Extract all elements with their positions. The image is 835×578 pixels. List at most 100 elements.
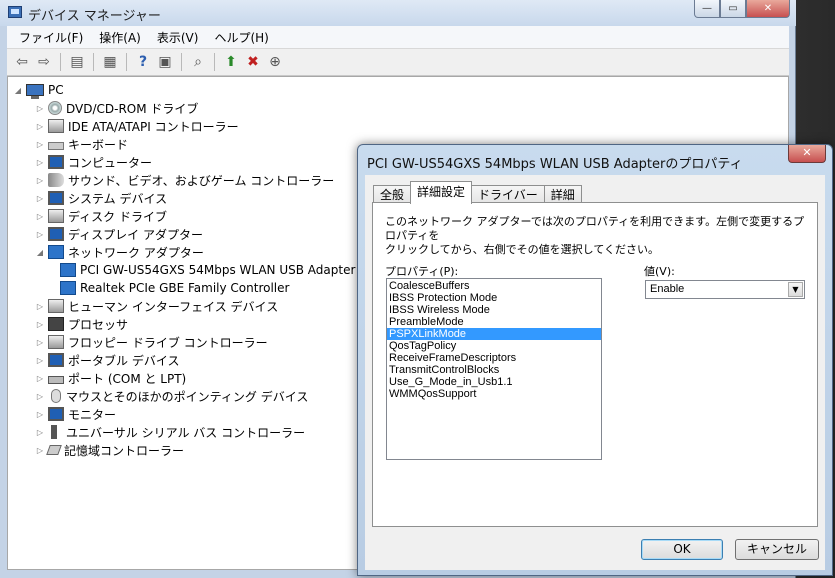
property-list[interactable]: CoalesceBuffers IBSS Protection Mode IBS… xyxy=(386,278,602,460)
expand-arrow-icon[interactable]: ▷ xyxy=(34,410,46,419)
dialog-close-button[interactable]: ✕ xyxy=(788,145,826,163)
expand-arrow-icon[interactable]: ▷ xyxy=(34,176,46,185)
property-item[interactable]: PreambleMode xyxy=(387,316,601,328)
cancel-button[interactable]: キャンセル xyxy=(735,539,819,560)
ok-button[interactable]: OK xyxy=(641,539,723,560)
tree-item-label: ポータブル デバイス xyxy=(68,353,180,368)
tree-item-label: マウスとそのほかのポインティング デバイス xyxy=(66,389,309,404)
tree-item-label: ディスプレイ アダプター xyxy=(68,227,203,242)
disable-device-icon[interactable]: ✖ xyxy=(244,53,262,71)
property-item[interactable]: TransmitControlBlocks xyxy=(387,364,601,376)
property-item[interactable]: Use_G_Mode_in_Usb1.1 xyxy=(387,376,601,388)
expand-arrow-icon[interactable]: ▷ xyxy=(34,392,46,401)
tree-item-portable[interactable]: ▷ ポータブル デバイス xyxy=(34,351,179,369)
description-line: このネットワーク アダプターでは次のプロパティを利用できます。左側で変更するプロ… xyxy=(385,215,805,242)
uninstall-device-icon[interactable]: ⊕ xyxy=(266,53,284,71)
property-item[interactable]: QosTagPolicy xyxy=(387,340,601,352)
tree-item-disk[interactable]: ▷ ディスク ドライブ xyxy=(34,207,167,225)
tree-item-processor[interactable]: ▷ プロセッサ xyxy=(34,315,128,333)
scan-hardware-icon[interactable]: ⌕ xyxy=(189,53,207,71)
expand-arrow-icon[interactable]: ▷ xyxy=(34,140,46,149)
update-driver-icon[interactable]: ⬆ xyxy=(222,53,240,71)
property-item[interactable]: ReceiveFrameDescriptors xyxy=(387,352,601,364)
description-text: このネットワーク アダプターでは次のプロパティを利用できます。左側で変更するプロ… xyxy=(385,215,810,257)
maximize-button[interactable]: ▭ xyxy=(720,0,746,18)
collapse-arrow-icon[interactable]: ◢ xyxy=(34,248,46,257)
property-item-selected[interactable]: PSPXLinkMode xyxy=(387,328,601,340)
tree-item-display[interactable]: ▷ ディスプレイ アダプター xyxy=(34,225,203,243)
menu-view[interactable]: 表示(V) xyxy=(149,29,207,46)
tree-item-label: システム デバイス xyxy=(68,191,168,206)
tree-item-floppy[interactable]: ▷ フロッピー ドライブ コントローラー xyxy=(34,333,268,351)
tree-item-label: DVD/CD-ROM ドライブ xyxy=(66,101,199,116)
menu-file[interactable]: ファイル(F) xyxy=(11,29,91,46)
tree-item-mouse[interactable]: ▷ マウスとそのほかのポインティング デバイス xyxy=(34,387,308,405)
menu-help[interactable]: ヘルプ(H) xyxy=(206,29,276,46)
property-item[interactable]: IBSS Wireless Mode xyxy=(387,304,601,316)
toolbar-separator xyxy=(60,53,61,71)
expand-arrow-icon[interactable]: ▷ xyxy=(34,320,46,329)
tree-item-storage[interactable]: ▷ 記憶域コントローラー xyxy=(34,441,184,459)
tree-item-dvd[interactable]: ▷ DVD/CD-ROM ドライブ xyxy=(34,99,198,117)
forward-arrow-icon[interactable]: ⇨ xyxy=(35,53,53,71)
tree-item-system[interactable]: ▷ システム デバイス xyxy=(34,189,167,207)
menu-action[interactable]: 操作(A) xyxy=(91,29,149,46)
sound-icon xyxy=(48,173,64,187)
help-icon[interactable]: ? xyxy=(134,53,152,71)
expand-arrow-icon[interactable]: ▷ xyxy=(34,302,46,311)
close-button[interactable]: ✕ xyxy=(746,0,790,18)
tree-item-label: ユニバーサル シリアル バス コントローラー xyxy=(66,425,306,440)
show-hide-tree-icon[interactable]: ▤ xyxy=(68,53,86,71)
expand-arrow-icon[interactable]: ▷ xyxy=(34,122,46,131)
expand-arrow-icon[interactable]: ▷ xyxy=(34,212,46,221)
view-icon[interactable]: ▣ xyxy=(156,53,174,71)
tab-advanced[interactable]: 詳細設定 xyxy=(410,181,473,204)
chevron-down-icon[interactable]: ▼ xyxy=(788,282,803,297)
tree-item-label: 記憶域コントローラー xyxy=(64,443,185,458)
expand-arrow-icon[interactable]: ▷ xyxy=(34,356,46,365)
dialog-title[interactable]: PCI GW-US54GXS 54Mbps WLAN USB Adapterのプ… xyxy=(367,153,743,172)
property-item[interactable]: IBSS Protection Mode xyxy=(387,292,601,304)
toolbar: ⇦ ⇨ ▤ ▦ ? ▣ ⌕ ⬆ ✖ ⊕ xyxy=(7,48,789,76)
back-arrow-icon[interactable]: ⇦ xyxy=(13,53,31,71)
tree-item-ports[interactable]: ▷ ポート (COM と LPT) xyxy=(34,369,186,387)
device-manager-icon xyxy=(8,6,22,18)
expand-arrow-icon[interactable]: ▷ xyxy=(34,194,46,203)
expand-arrow-icon[interactable]: ▷ xyxy=(34,446,46,455)
tree-item-keyboard[interactable]: ▷ キーボード xyxy=(34,135,128,153)
expand-arrow-icon[interactable]: ▷ xyxy=(34,338,46,347)
properties-icon[interactable]: ▦ xyxy=(101,53,119,71)
expand-arrow-icon[interactable]: ▷ xyxy=(34,104,46,113)
tree-root[interactable]: ◢ PC xyxy=(12,81,64,99)
title-bar[interactable]: デバイス マネージャー — ▭ ✕ xyxy=(0,0,796,26)
expand-arrow-icon[interactable]: ▷ xyxy=(34,374,46,383)
window-title: デバイス マネージャー xyxy=(28,9,161,24)
tree-item-label: サウンド、ビデオ、およびゲーム コントローラー xyxy=(68,173,335,188)
tree-item-label: プロセッサ xyxy=(68,317,129,332)
tree-item-computer[interactable]: ▷ コンピューター xyxy=(34,153,152,171)
property-label: プロパティ(P): xyxy=(385,265,459,278)
tree-item-sound[interactable]: ▷ サウンド、ビデオ、およびゲーム コントローラー xyxy=(34,171,334,189)
tree-item-monitor[interactable]: ▷ モニター xyxy=(34,405,116,423)
value-dropdown[interactable]: Enable ▼ xyxy=(645,280,805,299)
tree-item-usb[interactable]: ▷ ユニバーサル シリアル バス コントローラー xyxy=(34,423,305,441)
tree-item-realtek[interactable]: Realtek PCIe GBE Family Controller xyxy=(58,279,289,297)
toolbar-separator xyxy=(93,53,94,71)
tree-item-hid[interactable]: ▷ ヒューマン インターフェイス デバイス xyxy=(34,297,278,315)
expand-arrow-icon[interactable]: ▷ xyxy=(34,428,46,437)
expand-arrow-icon[interactable]: ▷ xyxy=(34,230,46,239)
collapse-arrow-icon[interactable]: ◢ xyxy=(12,86,24,95)
minimize-button[interactable]: — xyxy=(694,0,720,18)
tree-root-label: PC xyxy=(48,83,64,97)
tree-item-wlan-adapter[interactable]: PCI GW-US54GXS 54Mbps WLAN USB Adapter xyxy=(58,261,355,279)
tree-item-ide[interactable]: ▷ IDE ATA/ATAPI コントローラー xyxy=(34,117,239,135)
property-item[interactable]: WMMQosSupport xyxy=(387,388,601,400)
computer-icon xyxy=(48,155,64,169)
property-item[interactable]: CoalesceBuffers xyxy=(387,280,601,292)
port-icon xyxy=(48,375,64,384)
expand-arrow-icon[interactable]: ▷ xyxy=(34,158,46,167)
tree-item-network[interactable]: ◢ ネットワーク アダプター xyxy=(34,243,204,261)
display-adapter-icon xyxy=(48,227,64,241)
disc-drive-icon xyxy=(48,101,62,115)
computer-icon xyxy=(26,84,44,99)
